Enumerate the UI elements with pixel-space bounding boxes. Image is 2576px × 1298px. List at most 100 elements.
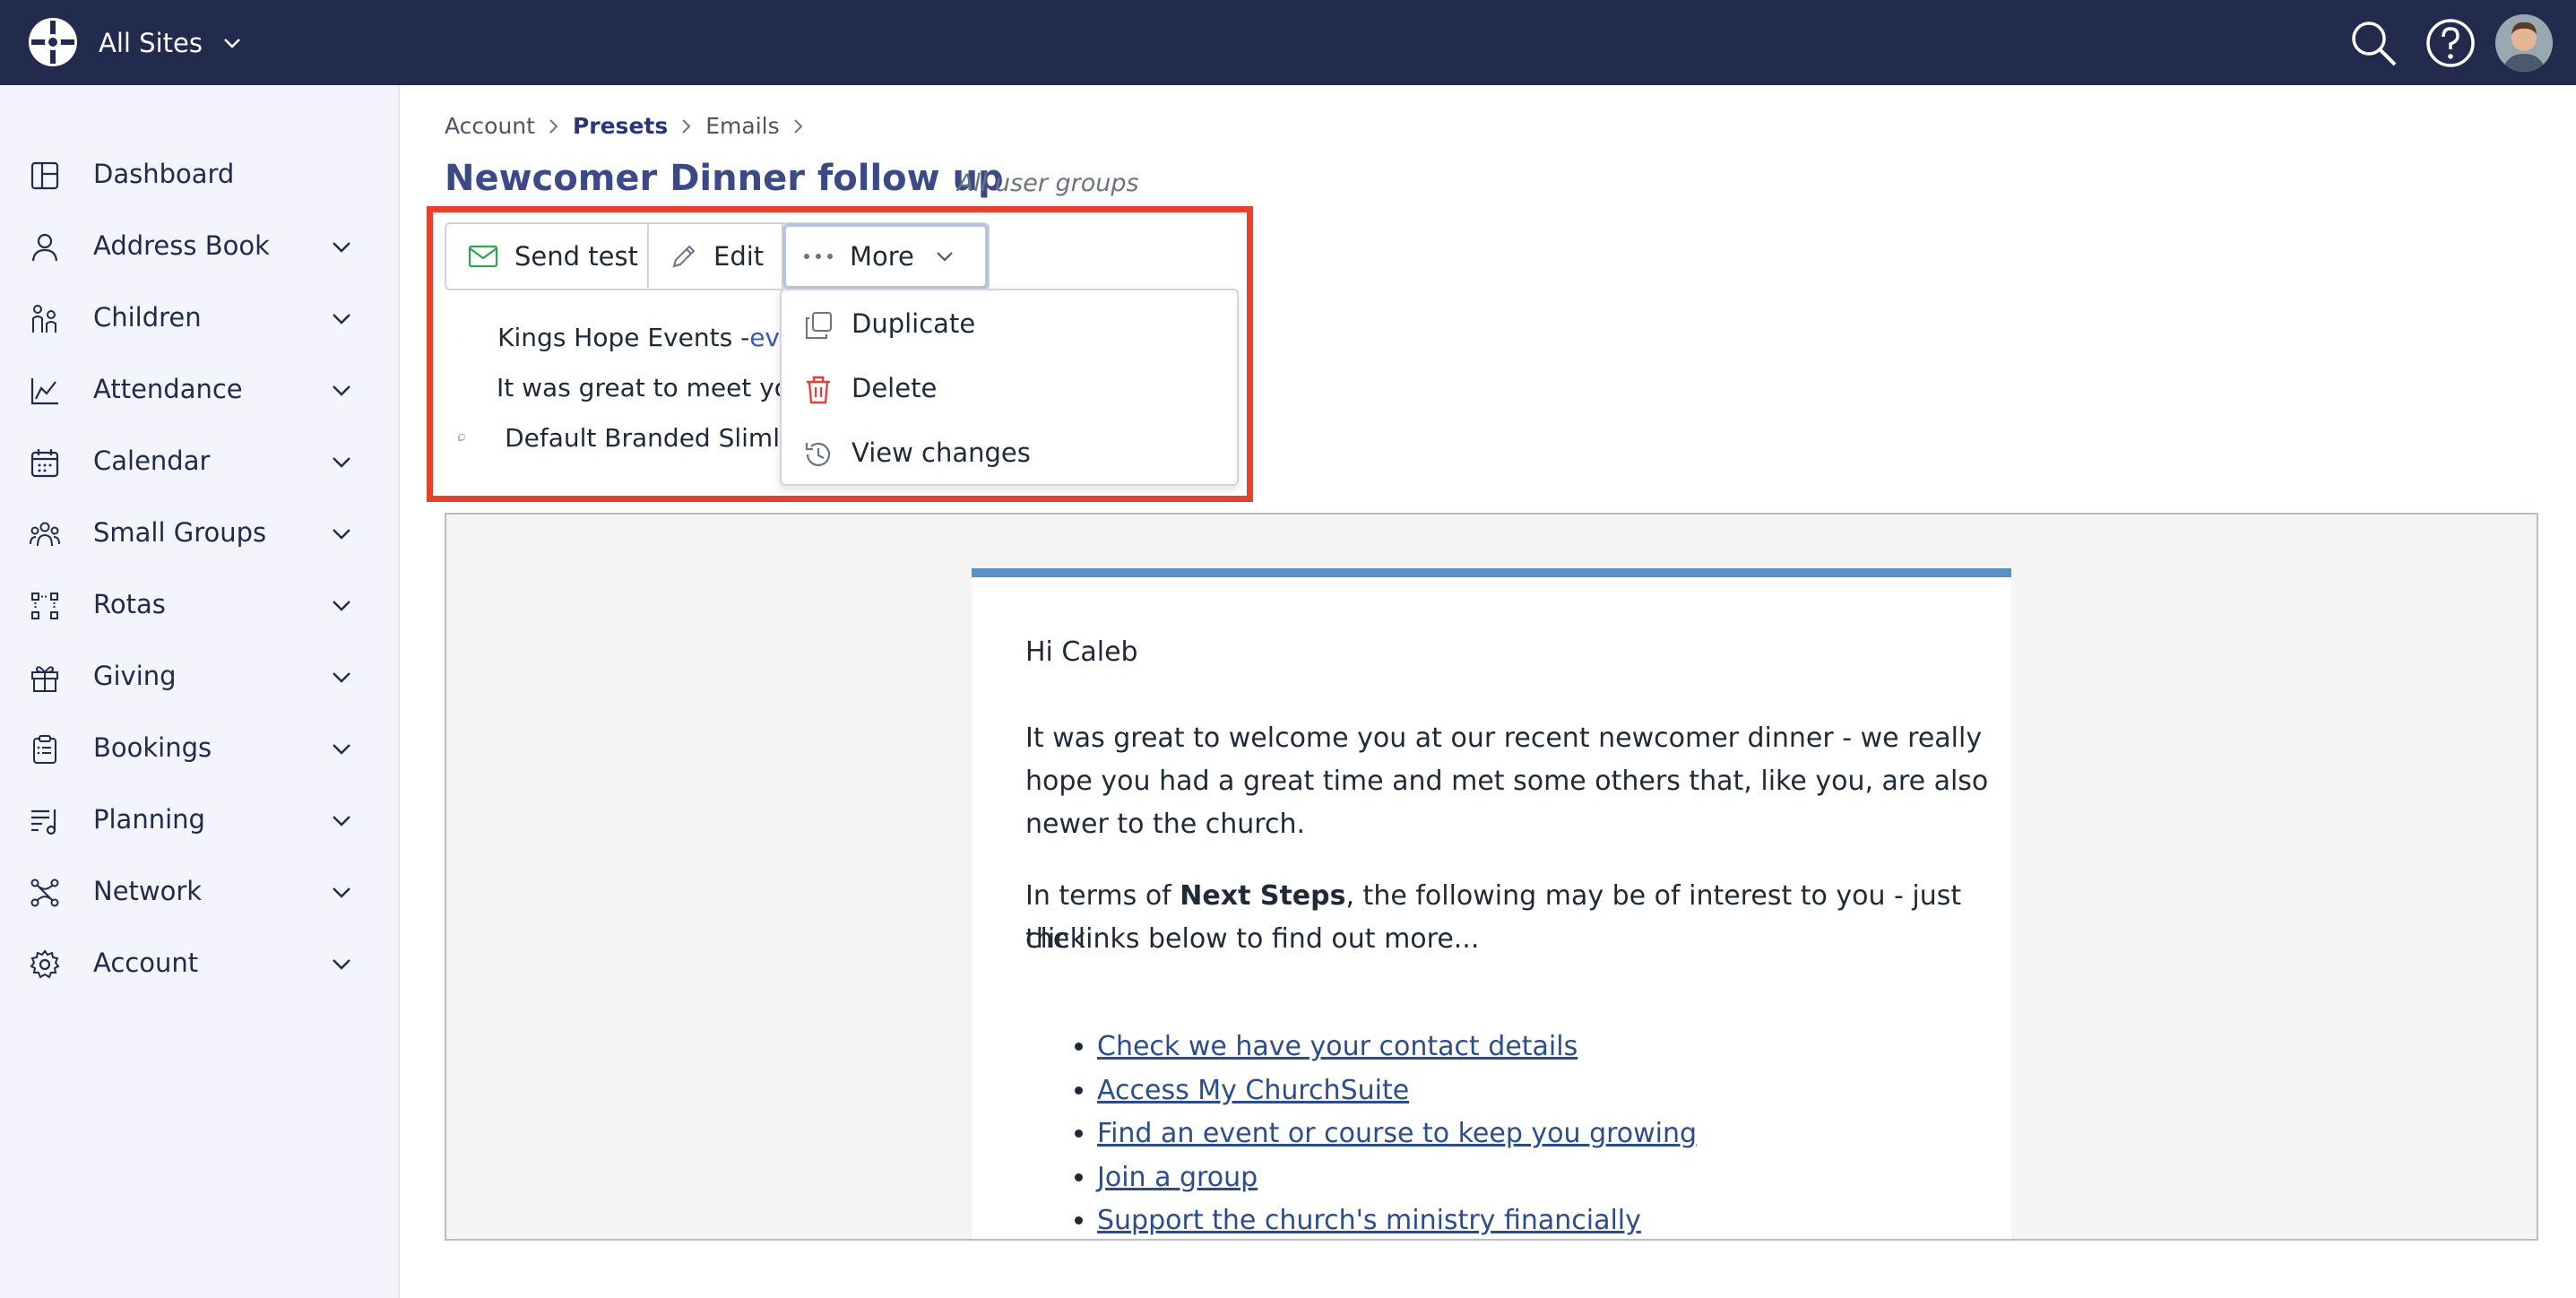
breadcrumb-presets[interactable]: Presets [573, 113, 668, 139]
sidebar-item-label: Planning [93, 804, 205, 835]
email-preview: Hi Caleb It was great to welcome you at … [445, 513, 2538, 1241]
menu-item-duplicate[interactable]: Duplicate [782, 296, 1237, 353]
sidebar-item-planning[interactable]: Planning [0, 792, 400, 849]
pencil-icon [672, 245, 696, 268]
email-links-list: Check we have your contact details Acces… [1079, 1025, 1697, 1239]
chevron-down-icon [333, 672, 350, 683]
more-dropdown-menu: Duplicate Delete View changes [780, 289, 1239, 486]
sidebar-item-attendance[interactable]: Attendance [0, 361, 400, 419]
chevron-down-icon [333, 887, 350, 898]
template-icon [458, 434, 465, 441]
envelope-icon [468, 245, 498, 268]
chevron-down-icon [333, 601, 350, 611]
chevron-down-icon [333, 744, 350, 755]
history-icon [805, 442, 831, 466]
chevron-down-icon [224, 39, 240, 48]
sidebar-item-label: Account [93, 948, 199, 978]
list-item: Access My ChurchSuite [1097, 1069, 1697, 1113]
page-title: Newcomer Dinner follow up [445, 158, 1004, 199]
user-avatar[interactable] [2495, 14, 2553, 72]
menu-item-delete[interactable]: Delete [782, 360, 1237, 418]
sidebar-item-label: Network [93, 876, 203, 906]
from-email-link[interactable]: ev [749, 323, 780, 352]
email-next-steps: Next Steps [1180, 880, 1346, 912]
email-link-support-financially[interactable]: Support the church's ministry financiall… [1097, 1205, 1641, 1236]
sidebar-item-label: Giving [93, 661, 177, 691]
rotas-icon [31, 593, 58, 619]
site-selector-label: All Sites [99, 28, 203, 58]
chevron-down-icon [333, 314, 350, 324]
person-icon [31, 233, 58, 262]
chevron-down-icon [333, 385, 350, 396]
sidebar-item-dashboard[interactable]: Dashboard [0, 146, 400, 203]
gift-icon [31, 666, 58, 692]
sidebar-item-calendar[interactable]: Calendar [0, 433, 400, 490]
menu-item-label: Delete [851, 373, 938, 403]
list-item: Join a group [1097, 1156, 1697, 1200]
group-icon [30, 522, 60, 547]
chevron-down-icon [937, 252, 953, 262]
action-toolbar: Send test Edit More [445, 222, 990, 290]
sidebar-item-bookings[interactable]: Bookings [0, 720, 400, 777]
sidebar: Dashboard Address Book Children Attendan… [0, 85, 400, 1298]
dashboard-icon [30, 161, 59, 190]
chevron-down-icon [333, 959, 350, 970]
email-link-join-group[interactable]: Join a group [1097, 1162, 1258, 1193]
search-icon[interactable] [2347, 16, 2400, 70]
subject-row: It was great to meet yo [457, 369, 780, 405]
help-icon[interactable] [2424, 16, 2477, 70]
sidebar-item-account[interactable]: Account [0, 935, 400, 992]
children-icon [32, 305, 56, 333]
sidebar-item-label: Attendance [93, 374, 243, 404]
menu-item-label: Duplicate [851, 308, 976, 339]
email-greeting: Hi Caleb [1025, 636, 1138, 668]
menu-item-view-changes[interactable]: View changes [782, 425, 1237, 482]
from-row: Kings Hope Events - ev [457, 319, 780, 355]
email-link-find-event[interactable]: Find an event or course to keep you grow… [1097, 1118, 1697, 1149]
sidebar-item-label: Dashboard [93, 159, 235, 189]
chevron-right-icon [549, 118, 558, 134]
more-button[interactable]: More [782, 223, 989, 290]
subject-text: It was great to meet yo [497, 372, 780, 402]
email-paragraph-1-line-3: newer to the church. [1025, 809, 1305, 840]
list-item: Check we have your contact details [1097, 1025, 1697, 1069]
avatar-image [2495, 14, 2553, 72]
chevron-right-icon [793, 118, 803, 134]
breadcrumb-emails[interactable]: Emails [705, 113, 779, 139]
sidebar-item-network[interactable]: Network [0, 863, 400, 921]
send-test-label: Send test [514, 241, 638, 272]
top-bar: All Sites [0, 0, 2576, 85]
clipboard-icon [33, 735, 56, 764]
sidebar-item-label: Bookings [93, 732, 212, 763]
site-selector[interactable]: All Sites [99, 22, 244, 65]
chevron-right-icon [682, 118, 691, 134]
email-paragraph-1-line-1: It was great to welcome you at our recen… [1025, 723, 1983, 754]
sidebar-item-children[interactable]: Children [0, 290, 400, 347]
breadcrumb: Account Presets Emails [445, 113, 817, 139]
envelope-icon [457, 336, 459, 338]
list-item: Find an event or course to keep you grow… [1097, 1112, 1697, 1156]
from-text: Kings Hope Events - [497, 322, 750, 352]
sidebar-item-small-groups[interactable]: Small Groups [0, 505, 400, 562]
email-paragraph-2-prefix: In terms of [1025, 880, 1180, 912]
gear-icon [30, 949, 60, 979]
chevron-down-icon [333, 457, 350, 468]
breadcrumb-account[interactable]: Account [445, 113, 535, 139]
edit-label: Edit [713, 241, 765, 272]
email-paragraph-1-line-2: hope you had a great time and met some o… [1025, 766, 1989, 797]
edit-button[interactable]: Edit [649, 224, 783, 289]
send-test-button[interactable]: Send test [446, 224, 649, 289]
user-groups-label: All user groups [957, 169, 1139, 197]
sidebar-item-label: Rotas [93, 589, 166, 619]
churchsuite-logo-icon[interactable] [26, 15, 80, 69]
sidebar-item-label: Small Groups [93, 517, 267, 548]
chevron-down-icon [333, 816, 350, 826]
sidebar-item-rotas[interactable]: Rotas [0, 576, 400, 634]
trash-icon [807, 376, 830, 404]
sidebar-item-giving[interactable]: Giving [0, 648, 400, 705]
sidebar-item-address-book[interactable]: Address Book [0, 218, 400, 275]
email-link-contact-details[interactable]: Check we have your contact details [1097, 1031, 1578, 1062]
chevron-down-icon [333, 242, 350, 253]
email-link-my-churchsuite[interactable]: Access My ChurchSuite [1097, 1075, 1409, 1106]
template-row: Default Branded Sliml [457, 420, 780, 455]
